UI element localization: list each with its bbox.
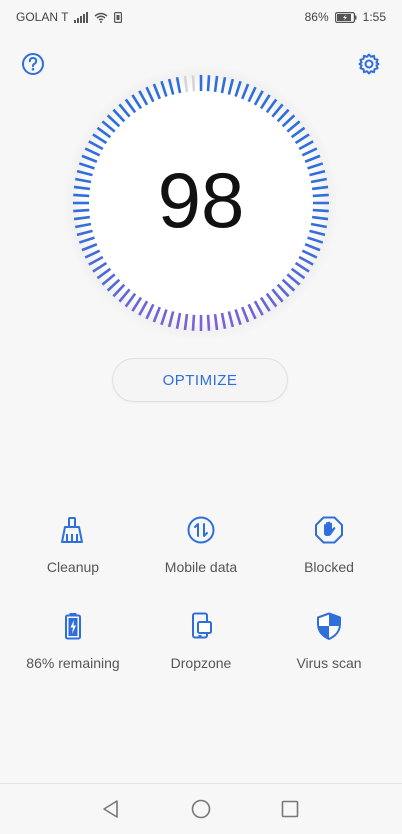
status-bar: GOLAN T 86% 1:55 (0, 0, 402, 34)
help-circle-icon[interactable] (19, 50, 47, 78)
cleanup-tile[interactable]: Cleanup (6, 505, 140, 595)
data-arrows-icon (187, 516, 215, 544)
blocked-tile[interactable]: Blocked (262, 505, 396, 595)
recents-icon[interactable] (279, 798, 301, 820)
battery-charging-icon (334, 11, 357, 23)
signal-icon (74, 11, 89, 23)
battery-icon (65, 613, 81, 640)
hand-block-icon (315, 516, 343, 544)
battery-percent: 86% (304, 10, 329, 24)
score-value: 98 (157, 156, 245, 244)
clock: 1:55 (362, 10, 386, 24)
dropzone-tile[interactable]: Dropzone (134, 601, 268, 691)
virus-scan-label: Virus scan (296, 655, 362, 671)
shield-icon (317, 612, 341, 640)
sim-icon (114, 11, 123, 23)
mobile-data-label: Mobile data (164, 559, 238, 575)
carrier-name: GOLAN T (16, 10, 69, 24)
back-icon[interactable] (100, 798, 122, 820)
dial-tick (206, 75, 211, 92)
home-icon[interactable] (190, 798, 212, 820)
optimize-button[interactable]: OPTIMIZE (112, 358, 288, 402)
battery-remaining-label: 86% remaining (26, 655, 120, 671)
gear-icon[interactable] (355, 50, 383, 78)
cleanup-label: Cleanup (46, 559, 100, 575)
virus-scan-tile[interactable]: Virus scan (262, 601, 396, 691)
dropzone-icon (192, 612, 212, 639)
wifi-icon (94, 12, 108, 23)
navigation-bar (0, 783, 402, 834)
dropzone-label: Dropzone (170, 655, 232, 671)
broom-icon (61, 517, 83, 543)
mobile-data-tile[interactable]: Mobile data (134, 505, 268, 595)
blocked-label: Blocked (304, 559, 354, 575)
battery-tile[interactable]: 86% remaining (6, 601, 140, 691)
dial-tick (191, 75, 196, 92)
dial-tick (191, 314, 196, 331)
dial-tick (206, 314, 211, 331)
